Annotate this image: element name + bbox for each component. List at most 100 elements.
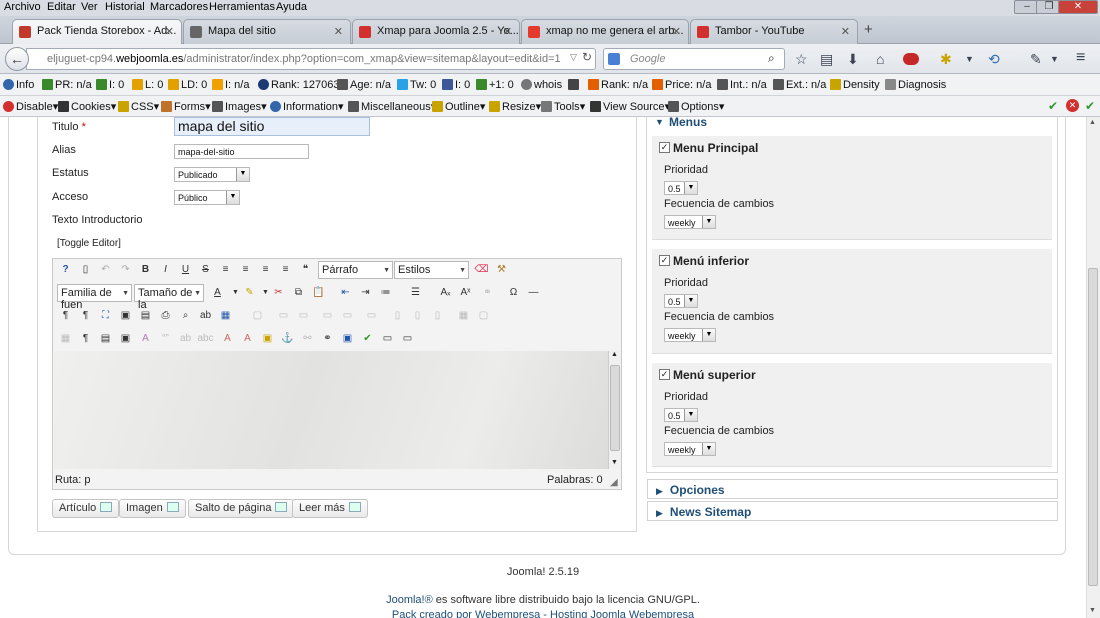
seo-age[interactable]: Age: n/a bbox=[337, 79, 391, 91]
blockquote-icon[interactable]: ❝ bbox=[297, 261, 314, 278]
new-tab-icon[interactable]: + bbox=[864, 21, 873, 38]
seo-alexa-rank[interactable]: Rank: 127063 bbox=[258, 79, 340, 91]
adblock-icon[interactable] bbox=[903, 53, 919, 65]
check-icon[interactable]: ✔ bbox=[1048, 99, 1058, 113]
menu-marcadores[interactable]: Marcadores bbox=[150, 1, 208, 13]
wd-tools[interactable]: Tools▾ bbox=[541, 100, 585, 113]
wd-information[interactable]: Information▾ bbox=[270, 100, 344, 113]
spellcheck-icon[interactable]: ✔ bbox=[359, 330, 376, 347]
font-family-select[interactable]: Familia de fuen ▼ bbox=[57, 284, 132, 311]
insert-layer-icon[interactable]: ▦ bbox=[217, 307, 234, 324]
acceso-select[interactable]: Público ▼ bbox=[174, 190, 240, 205]
search-input[interactable]: Google bbox=[603, 48, 785, 70]
seo-bing-index[interactable]: I: n/a bbox=[212, 79, 249, 91]
rtl-icon[interactable]: ¶ bbox=[77, 307, 94, 324]
scroll-up-icon[interactable]: ▲ bbox=[611, 351, 618, 358]
col-before-icon[interactable]: ▯ bbox=[409, 307, 426, 324]
link-icon[interactable]: ⚭ bbox=[479, 284, 496, 301]
back-button[interactable]: ← bbox=[5, 47, 29, 71]
news-sitemap-section[interactable]: ▶ News Sitemap bbox=[647, 501, 1058, 521]
seo-twitter[interactable]: Tw: 0 bbox=[397, 79, 436, 91]
text-color-icon[interactable]: A bbox=[209, 284, 226, 301]
wd-disable[interactable]: Disable▾ bbox=[3, 100, 58, 113]
visual-aid-icon[interactable]: ▦ bbox=[57, 330, 74, 347]
sync-icon[interactable]: ⟲ bbox=[988, 51, 1000, 68]
editor-text-area[interactable] bbox=[54, 351, 608, 469]
close-tab-icon[interactable]: ✕ bbox=[672, 25, 681, 38]
menu-editar[interactable]: Editar bbox=[47, 1, 76, 13]
menu-ver[interactable]: Ver bbox=[81, 1, 98, 13]
seo-index[interactable]: I: 0 bbox=[96, 79, 124, 91]
wd-css[interactable]: CSS▾ bbox=[118, 100, 159, 113]
copy-icon[interactable]: ⧉ bbox=[290, 284, 307, 301]
align-center-icon[interactable]: ≡ bbox=[237, 261, 254, 278]
format-select[interactable]: Párrafo ▼ bbox=[318, 261, 393, 279]
print-icon[interactable]: ⎙ bbox=[157, 307, 174, 324]
tab-tambor-youtube[interactable]: Tambor - YouTube ✕ bbox=[690, 19, 858, 44]
estatus-select[interactable]: Publicado ▼ bbox=[174, 167, 250, 182]
align-justify-icon[interactable]: ≡ bbox=[217, 261, 234, 278]
cell-props-icon[interactable]: ▢ bbox=[475, 307, 492, 324]
wd-images[interactable]: Images▾ bbox=[212, 100, 267, 113]
prioridad-select[interactable]: 0.5 ▼ bbox=[664, 408, 698, 422]
seo-info[interactable]: Info bbox=[3, 79, 34, 91]
menu-herramientas[interactable]: Herramientas bbox=[209, 1, 275, 13]
cut-icon[interactable]: ✂ bbox=[270, 284, 287, 301]
col-after-icon[interactable]: ▯ bbox=[429, 307, 446, 324]
dropdown-arrow-icon[interactable]: ▽ bbox=[570, 52, 577, 63]
insert-date-icon[interactable]: ▣ bbox=[117, 330, 134, 347]
fullscreen-icon[interactable]: ⛶ bbox=[97, 307, 114, 324]
wd-cookies[interactable]: Cookies▾ bbox=[58, 100, 116, 113]
styles-select[interactable]: Estilos ▼ bbox=[394, 261, 469, 279]
menu-ayuda[interactable]: Ayuda bbox=[276, 1, 307, 13]
help-icon[interactable]: ? bbox=[57, 261, 74, 278]
tab-xmap-arbol[interactable]: xmap no me genera el arb... ✕ bbox=[521, 19, 689, 44]
prioridad-select[interactable]: 0.5 ▼ bbox=[664, 294, 698, 308]
chevron-down-icon[interactable]: ▼ bbox=[965, 54, 974, 64]
opciones-section[interactable]: ▶ Opciones bbox=[647, 479, 1058, 499]
indent-icon[interactable]: ⇥ bbox=[357, 284, 374, 301]
editor-scrollbar[interactable]: ▲ ▼ bbox=[608, 351, 621, 469]
wd-forms[interactable]: Forms▾ bbox=[161, 100, 211, 113]
articulo-button[interactable]: Artículo bbox=[52, 499, 120, 518]
table-props-icon[interactable]: ▦ bbox=[455, 307, 472, 324]
wd-resize[interactable]: Resize▾ bbox=[489, 100, 541, 113]
tab-xmap-youtube[interactable]: Xmap para Joomla 2.5 - Yo... ✕ bbox=[352, 19, 520, 44]
bold-icon[interactable]: B bbox=[137, 261, 154, 278]
template-icon[interactable]: ▤ bbox=[137, 307, 154, 324]
italic-icon[interactable]: I bbox=[157, 261, 174, 278]
new-document-icon[interactable]: ▯ bbox=[77, 261, 94, 278]
wd-options[interactable]: Options▾ bbox=[668, 100, 724, 113]
table-col-icon[interactable]: ▭ bbox=[295, 307, 312, 324]
frecuencia-select[interactable]: weekly ▼ bbox=[664, 442, 716, 456]
seo-density[interactable]: Density bbox=[830, 79, 880, 91]
split-cells-icon[interactable]: ▯ bbox=[389, 307, 406, 324]
image-insert-icon[interactable]: ▣ bbox=[259, 330, 276, 347]
reload-icon[interactable]: ↻ bbox=[582, 50, 592, 64]
seo-pagerank[interactable]: PR: n/a bbox=[42, 79, 92, 91]
imagen-button[interactable]: Imagen bbox=[119, 499, 186, 518]
highlight-icon[interactable]: ✎ bbox=[241, 284, 258, 301]
seo-links[interactable]: L: 0 bbox=[132, 79, 163, 91]
editor-scroll-thumb[interactable] bbox=[610, 365, 620, 451]
superscript-icon[interactable]: Aˣ bbox=[457, 284, 474, 301]
seo-external-links[interactable]: Ext.: n/a bbox=[773, 79, 826, 91]
check-icon[interactable]: ✔ bbox=[1085, 99, 1095, 113]
credit-link[interactable]: Pack creado por Webempresa - Hosting Joo… bbox=[0, 609, 1086, 618]
eraser-icon[interactable]: ⌫ bbox=[473, 261, 490, 278]
salto-de-pagina-button[interactable]: Salto de página bbox=[188, 499, 295, 518]
style-props-icon[interactable]: ▢ bbox=[249, 307, 266, 324]
scroll-down-icon[interactable]: ▼ bbox=[611, 459, 618, 466]
scroll-down-icon[interactable]: ▼ bbox=[1089, 607, 1096, 614]
acronym-icon[interactable]: ab bbox=[177, 330, 194, 347]
menus-header[interactable]: Menus bbox=[669, 117, 707, 129]
link-chain-icon[interactable]: ⚭ bbox=[319, 330, 336, 347]
frecuencia-select[interactable]: weekly ▼ bbox=[664, 215, 716, 229]
preview-icon[interactable]: ▣ bbox=[117, 307, 134, 324]
align-left-icon[interactable]: ≡ bbox=[257, 261, 274, 278]
menu-archivo[interactable]: Archivo bbox=[4, 1, 41, 13]
home-icon[interactable]: ⌂ bbox=[876, 51, 884, 67]
greasemonkey-icon[interactable]: ✱ bbox=[940, 51, 952, 68]
seo-source[interactable] bbox=[568, 79, 581, 91]
titulo-input[interactable]: mapa del sitio bbox=[174, 117, 370, 136]
